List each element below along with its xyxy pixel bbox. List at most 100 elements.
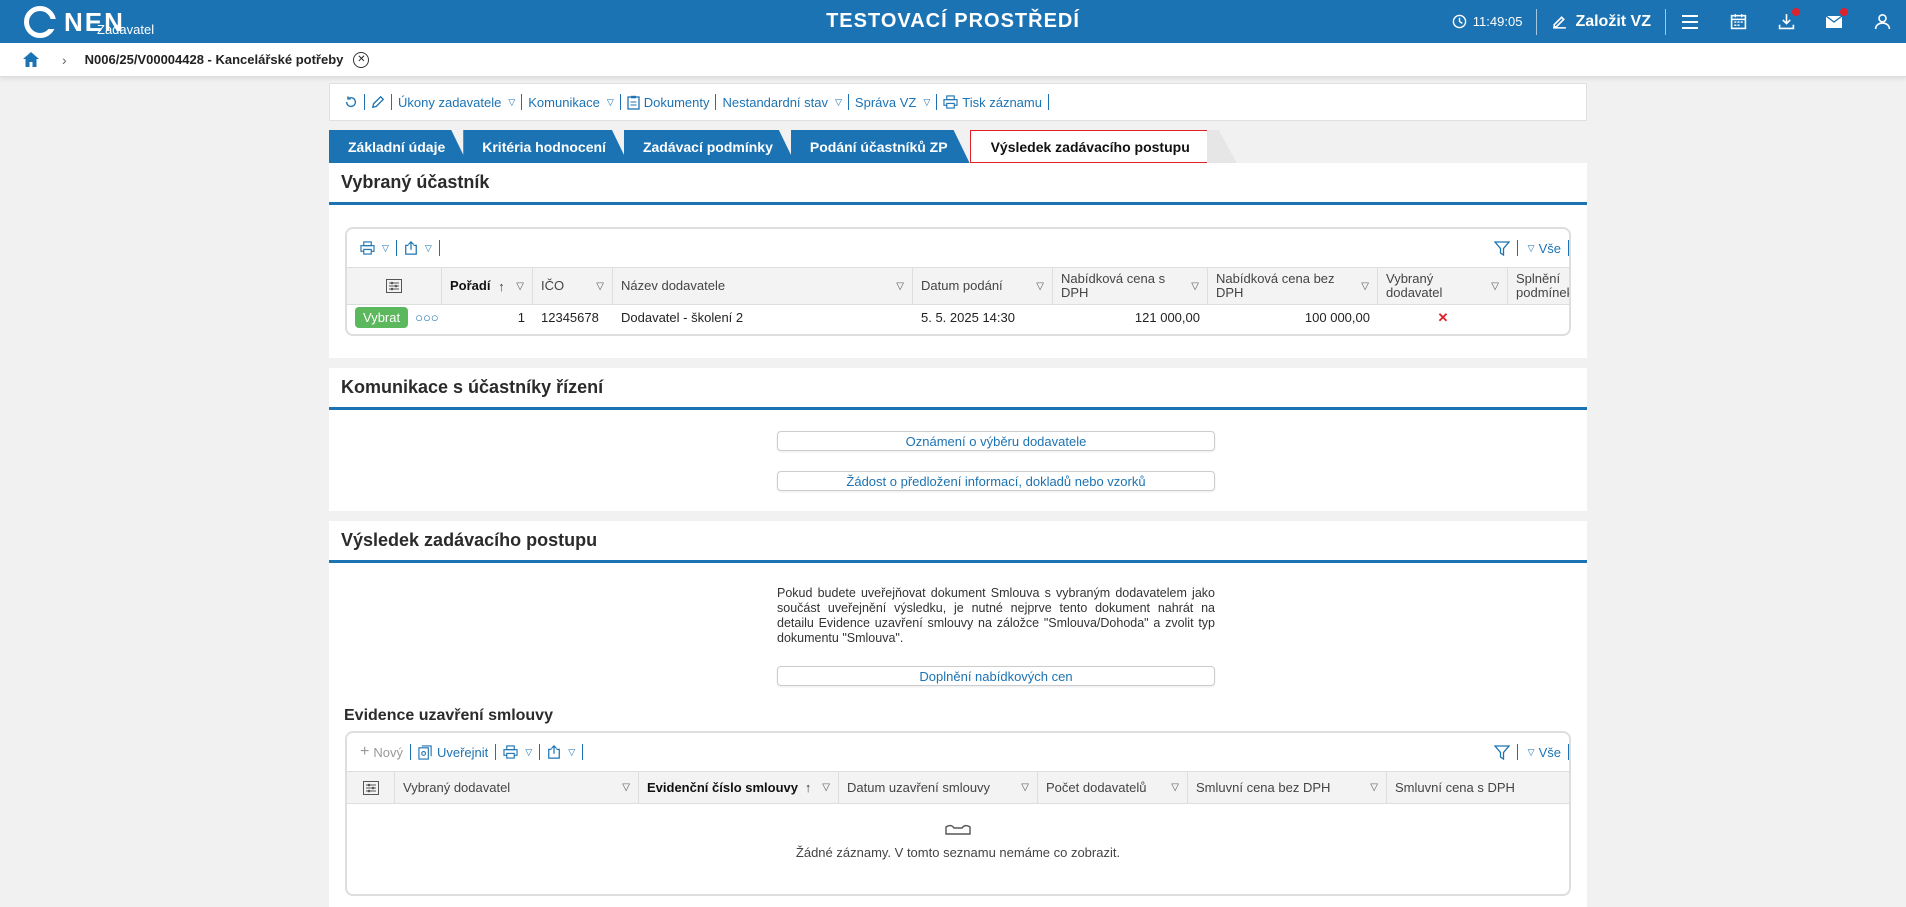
request-documents-button[interactable]: Žádost o předložení informací, dokladů n… <box>777 471 1215 491</box>
export-icon <box>548 745 561 759</box>
caret-down-icon: ▽ <box>424 242 432 253</box>
filter-caret-icon[interactable]: ▽ <box>1361 281 1369 292</box>
column-datum-uzavreni[interactable]: Datum uzavření smlouvy ▽ <box>839 772 1038 803</box>
column-settings[interactable] <box>347 772 395 803</box>
table-header: Vybraný dodavatel ▽ Evidenční číslo smlou… <box>347 771 1569 804</box>
column-label: Pořadí <box>450 278 491 293</box>
filter-caret-icon[interactable]: ▽ <box>1491 281 1499 292</box>
tab-zakladni-udaje[interactable]: Základní údaje <box>329 130 467 163</box>
filter-icon <box>1493 744 1510 760</box>
filter-caret-icon[interactable]: ▽ <box>1036 281 1044 292</box>
menu-dokumenty[interactable]: Dokumenty <box>621 95 716 110</box>
tab-bar-end <box>1206 130 1237 163</box>
filter-caret-icon[interactable]: ▽ <box>896 281 904 292</box>
breadcrumb-current[interactable]: N006/25/V00004428 - Kancelářské potřeby <box>85 52 344 67</box>
column-cena-s-dph[interactable]: Nabídková cena s DPH ▽ <box>1053 268 1208 304</box>
filter-caret-icon[interactable]: ▽ <box>822 782 830 793</box>
home-icon <box>23 52 39 67</box>
printer-icon <box>943 95 958 109</box>
session-clock: 11:49:05 <box>1438 14 1537 29</box>
filter-button[interactable] <box>1487 744 1517 760</box>
filter-button[interactable] <box>1487 240 1517 256</box>
tab-bar: Základní údaje Kritéria hodnocení Zadáva… <box>329 130 1237 163</box>
caret-down-icon: ▽ <box>606 96 614 107</box>
tab-podani-ucastniku[interactable]: Podání účastníků ZP <box>791 130 970 163</box>
section-heading: Vybraný účastník <box>329 163 1587 205</box>
menu-komunikace[interactable]: Komunikace ▽ <box>522 95 619 110</box>
edit-button[interactable] <box>365 95 391 109</box>
downloads-button[interactable] <box>1762 0 1810 43</box>
tab-kriteria-hodnoceni[interactable]: Kritéria hodnocení <box>463 130 628 163</box>
column-vybrany-dodavatel[interactable]: Vybraný dodavatel ▽ <box>395 772 639 803</box>
cell-cena-bez-dph: 100 000,00 <box>1304 310 1370 325</box>
column-evidencni-cislo[interactable]: Evidenční číslo smlouvy ↑ ▽ <box>639 772 839 803</box>
pencil-icon <box>371 95 385 109</box>
column-splneni[interactable]: Splnění podmínek <box>1508 268 1571 304</box>
complete-prices-button[interactable]: Doplnění nabídkových cen <box>777 666 1215 686</box>
tab-zadavaci-podminky[interactable]: Zadávací podmínky <box>624 130 795 163</box>
filter-icon <box>1493 240 1510 256</box>
column-label: Nabídková cena bez DPH <box>1216 271 1335 300</box>
print-menu[interactable]: ▽ <box>496 745 539 759</box>
contract-grid: + Nový Uveřejnit ▽ ▽ ▽ Vše Vybraný dodav… <box>345 731 1571 896</box>
refresh-button[interactable] <box>338 95 364 109</box>
calendar-button[interactable] <box>1714 0 1762 43</box>
menu-button[interactable] <box>1666 0 1714 43</box>
column-cena-bez-dph[interactable]: Nabídková cena bez DPH ▽ <box>1208 268 1378 304</box>
column-nazev[interactable]: Název dodavatele ▽ <box>613 268 913 304</box>
column-datum[interactable]: Datum podání ▽ <box>913 268 1053 304</box>
publish-button[interactable]: Uveřejnit <box>411 745 495 760</box>
menu-ukony-zadavatele[interactable]: Úkony zadavatele ▽ <box>392 95 521 110</box>
clock-icon <box>1452 14 1467 29</box>
column-ico[interactable]: IČO ▽ <box>533 268 613 304</box>
printer-icon <box>360 241 375 255</box>
menu-sprava-vz[interactable]: Správa VZ ▽ <box>849 95 936 110</box>
cell-nazev: Dodavatel - školení 2 <box>621 310 744 325</box>
print-menu[interactable]: ▽ <box>353 241 396 255</box>
cross-icon: ✕ <box>1437 309 1449 325</box>
clock-time: 11:49:05 <box>1472 14 1523 29</box>
messages-button[interactable] <box>1810 0 1858 43</box>
column-label: Smluvní cena s DPH <box>1395 779 1515 795</box>
export-menu[interactable]: ▽ <box>397 241 439 255</box>
tab-vysledek-zadavaciho-postupu[interactable]: Výsledek zadávacího postupu <box>969 130 1211 163</box>
cell-cena-s-dph: 121 000,00 <box>1134 310 1200 325</box>
column-vybrany[interactable]: Vybraný dodavatel ▽ <box>1378 268 1508 304</box>
column-poradi[interactable]: Pořadí ↑ ▽ <box>442 268 533 304</box>
menu-label: Nestandardní stav <box>722 94 828 110</box>
filter-caret-icon[interactable]: ▽ <box>1171 782 1179 793</box>
view-selector[interactable]: ▽ Vše <box>1518 745 1568 760</box>
filter-caret-icon[interactable]: ▽ <box>1191 281 1199 292</box>
publish-icon <box>418 744 432 760</box>
select-button[interactable]: Vybrat <box>355 307 409 328</box>
view-selector[interactable]: ▽ Vše <box>1518 241 1568 256</box>
column-cena-s-dph[interactable]: Smluvní cena s DPH <box>1387 772 1569 803</box>
grid-toolbar: + Nový Uveřejnit ▽ ▽ ▽ Vše <box>347 733 1569 771</box>
column-settings[interactable] <box>347 268 442 304</box>
column-pocet-dodavatelu[interactable]: Počet dodavatelů ▽ <box>1038 772 1188 803</box>
column-cena-bez-dph[interactable]: Smluvní cena bez DPH ▽ <box>1188 772 1387 803</box>
new-record-button[interactable]: + Nový <box>353 743 410 761</box>
column-label: Datum uzavření smlouvy <box>847 779 991 795</box>
notice-of-selection-button[interactable]: Oznámení o výběru dodavatele <box>777 431 1215 451</box>
close-icon[interactable]: ✕ <box>353 51 370 68</box>
section-heading: Výsledek zadávacího postupu <box>329 521 1587 563</box>
user-button[interactable] <box>1858 0 1906 43</box>
caret-down-icon: ▽ <box>835 96 842 107</box>
filter-caret-icon[interactable]: ▽ <box>622 782 630 793</box>
filter-caret-icon[interactable]: ▽ <box>516 281 524 292</box>
column-label: Splnění podmínek <box>1516 271 1571 300</box>
export-menu[interactable]: ▽ <box>540 745 582 759</box>
menu-nestandardni-stav[interactable]: Nestandardní stav ▽ <box>716 95 847 110</box>
filter-caret-icon[interactable]: ▽ <box>596 281 604 292</box>
filter-caret-icon[interactable]: ▽ <box>1021 782 1029 793</box>
caret-down-icon: ▽ <box>382 242 389 253</box>
menu-tisk-zaznamu[interactable]: Tisk záznamu <box>937 95 1048 110</box>
filter-caret-icon[interactable]: ▽ <box>1370 782 1378 793</box>
create-vz-button[interactable]: Založit VZ <box>1537 13 1665 31</box>
home-button[interactable] <box>22 51 40 68</box>
download-icon <box>1778 14 1794 30</box>
caret-down-icon: ▽ <box>923 96 931 107</box>
cell-datum: 5. 5. 2025 14:30 <box>921 310 1015 325</box>
more-icon[interactable]: ○○○ <box>415 310 439 325</box>
